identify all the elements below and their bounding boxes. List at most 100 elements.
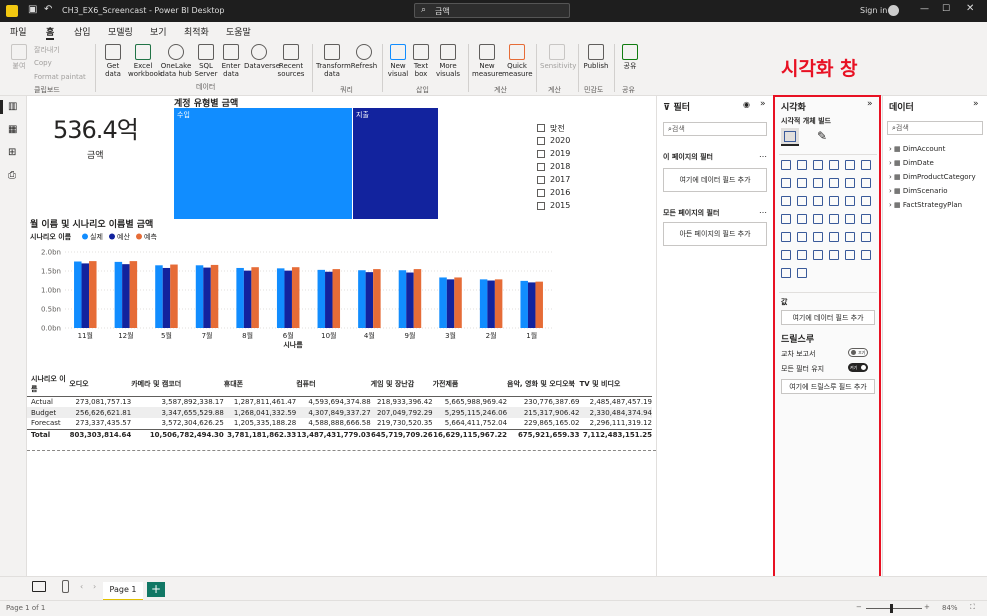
bar-예측[interactable] [413,269,422,328]
excel-workbook-button[interactable]: Excel workbook [128,44,162,78]
bar-실제[interactable] [358,270,366,328]
bar-예측[interactable] [291,267,300,328]
bar-예산[interactable] [325,271,333,328]
matrix-header-cell[interactable]: 시나리오 이름 [27,372,69,396]
paste-button[interactable]: 붙여 [8,44,30,70]
menu-home[interactable]: 홈 [46,25,55,40]
new-measure-button[interactable]: New measure [472,44,503,78]
save-icon[interactable]: ▣ [28,4,37,15]
slicer-item[interactable]: 2016 [537,187,607,200]
bar-실제[interactable] [520,280,528,328]
bar-예산[interactable] [527,282,536,328]
bar-예측[interactable] [170,264,178,328]
legend-item[interactable]: 실제 [90,232,103,241]
data-search-input[interactable]: ⌕ 검색 [887,121,983,135]
collapse-icon[interactable]: » [973,99,979,109]
menu-help[interactable]: 도움말 [226,25,251,38]
menu-view[interactable]: 보기 [150,25,167,38]
publish-button[interactable]: Publish [582,44,610,70]
bar-예산[interactable] [446,279,455,328]
copy-button[interactable]: Copy [34,59,52,67]
dax-query-icon[interactable]: ⎙ [8,170,16,181]
text-box-button[interactable]: Text box [410,44,432,78]
matrix-header-cell[interactable]: 게임 및 장난감 [371,372,433,396]
menu-insert[interactable]: 삽입 [74,25,91,38]
minimize-icon[interactable]: — [920,4,929,14]
bar-예산[interactable] [487,280,495,329]
more-visuals-button[interactable]: More visuals [434,44,462,78]
prev-page-icon[interactable]: ‹ [80,582,83,591]
menu-file[interactable]: 파일 [10,25,27,38]
bar-실제[interactable] [439,277,447,328]
get-data-button[interactable]: Get data [100,44,126,78]
matrix-header-cell[interactable]: TV 및 비디오 [580,372,653,396]
bar-예측[interactable] [332,269,341,328]
zoom-in-icon[interactable]: + [924,603,930,611]
mobile-layout-icon[interactable] [62,580,69,593]
menu-optimize[interactable]: 최적화 [184,25,209,38]
table-item[interactable]: › ▦ FactStrategyPlan [889,198,976,212]
treemap-tile-income[interactable]: 수입 [174,108,352,219]
bar-실제[interactable] [398,270,407,328]
bar-예산[interactable] [243,270,252,328]
bar-실제[interactable] [114,261,123,328]
matrix-header-cell[interactable]: 오디오 [69,372,131,396]
zoom-slider-thumb[interactable] [890,604,893,613]
slicer-item[interactable]: 2018 [537,161,607,174]
bar-예산[interactable] [406,272,414,328]
close-icon[interactable]: ✕ [966,3,974,14]
bar-실제[interactable] [479,279,488,328]
undo-icon[interactable]: ↶ [44,4,52,15]
table-item[interactable]: › ▦ DimDate [889,156,976,170]
recent-sources-button[interactable]: Recent sources [276,44,306,78]
bar-실제[interactable] [74,261,82,329]
add-page-button[interactable]: + [147,582,165,597]
quick-measure-button[interactable]: Quick measure [502,44,533,78]
kpi-card[interactable]: 536.4억 금액 [47,106,167,161]
collapse-icon[interactable]: » [760,99,766,109]
desktop-layout-icon[interactable] [32,581,46,592]
refresh-button[interactable]: Refresh [350,44,378,70]
bar-실제[interactable] [236,267,244,328]
table-item[interactable]: › ▦ DimProductCategory [889,170,976,184]
all-filters-drop-well[interactable]: 아든 페이지의 필드 추가 [663,222,767,246]
enter-data-button[interactable]: Enter data [220,44,242,78]
eye-icon[interactable]: ◉ [743,100,750,109]
bar-예산[interactable] [284,270,292,328]
sql-server-button[interactable]: SQL Server [194,44,218,78]
slicer-item[interactable]: 2015 [537,200,607,213]
bar-예산[interactable] [365,272,374,328]
matrix-header-cell[interactable]: 컴퓨터 [296,372,370,396]
slicer-item[interactable]: 2017 [537,174,607,187]
bar-예산[interactable] [122,264,130,328]
legend-item[interactable]: 예산 [117,232,130,241]
matrix-header-cell[interactable]: 휴대폰 [224,372,296,396]
zoom-out-icon[interactable]: − [856,603,862,611]
bar-chart[interactable]: 월 이름 및 시나리오 이름별 금액 시나리오 이름 실제 예산 예측 2.0bn 1… [27,218,557,350]
table-item[interactable]: › ▦ DimAccount [889,142,976,156]
treemap-tile-expense[interactable]: 지출 [353,108,438,219]
slicer-item[interactable]: 맞전 [537,122,607,135]
matrix-visual[interactable]: 시나리오 이름 오디오 카메라 및 캠코더 휴대폰 컴퓨터 게임 및 장난감 가… [27,372,656,452]
bar-예측[interactable] [535,281,543,328]
table-item[interactable]: › ▦ DimScenario [889,184,976,198]
bar-실제[interactable] [317,269,326,328]
dataverse-button[interactable]: Dataverse [244,44,280,70]
bar-실제[interactable] [155,265,163,328]
bar-예측[interactable] [89,261,97,328]
new-visual-button[interactable]: New visual [386,44,410,78]
bar-예산[interactable] [81,263,90,328]
sign-in-link[interactable]: Sign in [860,6,887,15]
share-button[interactable]: 공유 [618,44,642,70]
avatar[interactable] [888,5,899,16]
onelake-hub-button[interactable]: OneLake data hub [160,44,192,78]
fit-page-icon[interactable]: ⛶ [970,603,975,612]
bar-실제[interactable] [276,268,285,328]
search-box[interactable]: ⌕ 금액 [414,3,570,18]
more-options-icon[interactable]: … [759,150,767,159]
next-page-icon[interactable]: › [93,582,96,591]
model-view-icon[interactable]: ⊞ [8,147,16,158]
report-view-icon[interactable]: ▥ [8,101,17,112]
bar-예산[interactable] [162,267,171,328]
zoom-slider[interactable] [866,608,922,609]
